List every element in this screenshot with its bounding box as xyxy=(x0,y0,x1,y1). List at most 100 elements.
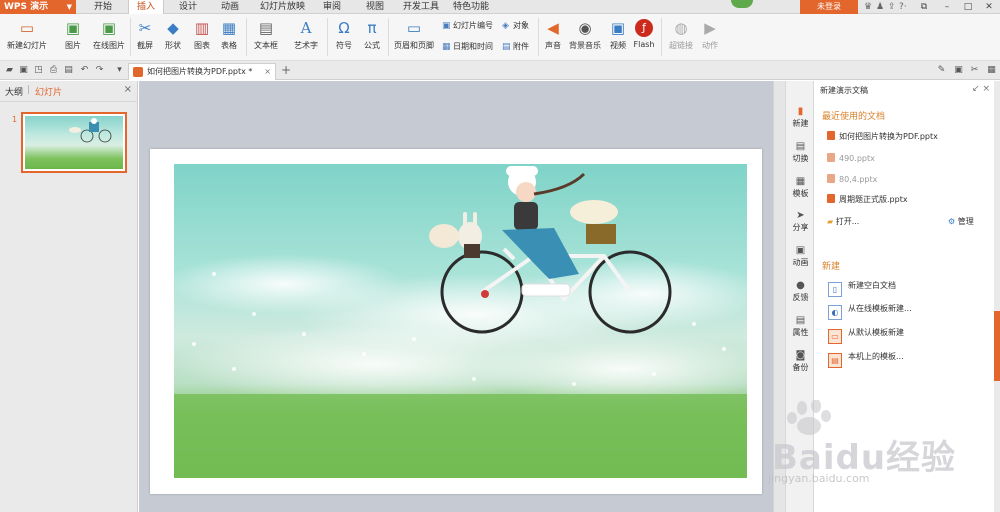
tab-animation[interactable]: 动画 xyxy=(213,0,247,14)
new-slide-button[interactable]: ▭ 新建幻灯片 xyxy=(4,14,50,51)
share-icon[interactable]: ⇪ xyxy=(888,0,896,14)
new-from-local-template[interactable]: ▤ 本机上的模板... xyxy=(828,351,904,368)
attachment-button[interactable]: ▤ 附件 xyxy=(502,41,529,52)
layout-icon[interactable]: ▣ xyxy=(953,64,964,76)
tab-home[interactable]: 开始 xyxy=(86,0,120,14)
login-button[interactable]: 未登录 xyxy=(800,0,858,14)
app-menu-button[interactable]: WPS 演示 ▼ xyxy=(0,0,76,14)
textbox-label: 文本框 xyxy=(254,41,278,50)
tab-special[interactable]: 特色功能 xyxy=(445,0,497,14)
date-time-button[interactable]: ▦ 日期和时间 xyxy=(442,41,493,52)
presentation-file-icon xyxy=(133,67,143,77)
tab-developer[interactable]: 开发工具 xyxy=(395,0,447,14)
pane-close-icon[interactable]: × xyxy=(982,84,990,94)
notification-badge[interactable] xyxy=(731,0,753,8)
symbol-label: 符号 xyxy=(336,41,352,50)
restore-icon[interactable]: ⧉ xyxy=(914,0,934,14)
preview-icon[interactable]: ▤ xyxy=(63,64,74,76)
shirt-icon[interactable]: ♟ xyxy=(876,0,884,14)
tab-view[interactable]: 视图 xyxy=(358,0,392,14)
shape-button[interactable]: ◆ 形状 xyxy=(160,14,186,51)
header-footer-button[interactable]: ▭ 页眉和页脚 xyxy=(391,14,437,51)
tab-insert[interactable]: 插入 xyxy=(128,0,165,14)
slide-illustration[interactable] xyxy=(174,164,747,478)
recent-file[interactable]: 490.pptx xyxy=(827,153,875,163)
textbox-button[interactable]: ▤ 文本框 xyxy=(248,14,284,51)
task-pane-scrollbar[interactable] xyxy=(994,81,1000,512)
video-label: 视频 xyxy=(610,41,626,50)
modified-mark: * xyxy=(248,67,253,76)
picture-button[interactable]: ▣ 图片 xyxy=(60,14,86,51)
save-icon[interactable]: ▣ xyxy=(18,64,29,76)
action-button[interactable]: ▶ 动作 xyxy=(698,14,722,51)
slide-thumbnail[interactable] xyxy=(21,112,127,173)
redo-icon[interactable]: ↷ xyxy=(94,64,105,76)
pane-controls: ↙ × xyxy=(972,84,990,94)
tab-outline[interactable]: 大纲 xyxy=(5,85,23,98)
tab-design[interactable]: 设计 xyxy=(171,0,205,14)
grid-icon[interactable]: ▦ xyxy=(986,64,997,76)
tab-slides[interactable]: 幻灯片 xyxy=(35,85,62,98)
recent-file[interactable]: 80,4.pptx xyxy=(827,174,877,184)
symbol-button[interactable]: Ω 符号 xyxy=(330,14,358,51)
pane-collapse-strip[interactable] xyxy=(773,81,785,512)
sidebar-properties[interactable]: ▤ 属性 xyxy=(786,315,815,338)
shape-label: 形状 xyxy=(165,41,181,50)
format-painter-icon[interactable]: ✎ xyxy=(936,64,947,76)
tab-review[interactable]: 审阅 xyxy=(315,0,349,14)
online-picture-button[interactable]: ▣ 在线图片 xyxy=(90,14,128,51)
video-button[interactable]: ▣ 视频 xyxy=(606,14,630,51)
sidebar-animation[interactable]: ▣ 动画 xyxy=(786,245,815,268)
close-panel-icon[interactable]: × xyxy=(124,84,132,95)
skin-icon[interactable]: ♛ xyxy=(864,0,872,14)
current-slide[interactable] xyxy=(150,149,762,494)
flash-button[interactable]: ƒ Flash xyxy=(630,14,658,49)
tools-icon[interactable]: ✂ xyxy=(969,64,980,76)
new-from-default-template[interactable]: ▭ 从默认模板新建 xyxy=(828,327,904,344)
new-document-icon: ▮ xyxy=(797,106,804,117)
object-button[interactable]: ◈ 对象 xyxy=(502,20,529,31)
online-template-icon: ◐ xyxy=(828,305,842,320)
new-item-label: 从默认模板新建 xyxy=(848,328,904,337)
manage-button[interactable]: ⚙ 管理 xyxy=(948,216,974,227)
table-button[interactable]: ▦ 表格 xyxy=(216,14,242,51)
new-from-online-template[interactable]: ◐ 从在线模板新建... xyxy=(828,303,912,320)
print-icon[interactable]: ⎙ xyxy=(48,64,59,76)
slide-number-button[interactable]: ▣ 幻灯片编号 xyxy=(442,20,493,31)
close-icon[interactable]: ✕ xyxy=(979,0,999,14)
minimize-icon[interactable]: – xyxy=(937,0,957,14)
sidebar-switch[interactable]: ▤ 切换 xyxy=(786,141,815,164)
open-file-button[interactable]: ▰ 打开... xyxy=(827,216,859,227)
blank-document-icon: ▯ xyxy=(828,282,842,297)
background-music-button[interactable]: ◉ 背景音乐 xyxy=(566,14,604,51)
help-icon[interactable]: ?· xyxy=(899,0,907,14)
maximize-icon[interactable]: □ xyxy=(958,0,978,14)
sidebar-feedback[interactable]: ● 反馈 xyxy=(786,280,815,303)
close-tab-icon[interactable]: × xyxy=(264,64,271,80)
export-pdf-icon[interactable]: ◳ xyxy=(33,64,44,76)
tab-slideshow[interactable]: 幻灯片放映 xyxy=(252,0,313,14)
slide-editing-canvas[interactable] xyxy=(139,81,773,512)
object-label: 对象 xyxy=(513,21,529,30)
open-folder-icon[interactable]: ▰ xyxy=(4,64,15,76)
local-template-icon: ▤ xyxy=(828,353,842,368)
screenshot-button[interactable]: ✂ 截屏 xyxy=(132,14,158,51)
sound-button[interactable]: ◀ 声音 xyxy=(540,14,566,51)
document-tab[interactable]: 如何把图片转换为PDF.pptx * × xyxy=(128,63,276,80)
wordart-button[interactable]: A 艺术字 xyxy=(288,14,324,51)
sidebar-share[interactable]: ➤ 分享 xyxy=(786,210,815,233)
new-blank-document[interactable]: ▯ 新建空白文档 xyxy=(828,280,896,297)
chart-button[interactable]: ▥ 图表 xyxy=(190,14,214,51)
scrollbar-thumb[interactable] xyxy=(994,311,1000,381)
recent-file[interactable]: 如何把图片转换为PDF.pptx xyxy=(827,131,938,142)
dock-icon[interactable]: ↙ xyxy=(972,84,980,94)
sidebar-new[interactable]: ▮ 新建 xyxy=(786,106,815,129)
undo-icon[interactable]: ↶ xyxy=(79,64,90,76)
new-tab-plus-icon[interactable]: + xyxy=(281,63,291,77)
customize-dropdown-icon[interactable]: ▾ xyxy=(114,64,125,76)
hyperlink-button[interactable]: ◍ 超链接 xyxy=(664,14,698,51)
sidebar-backup[interactable]: ◙ 备份 xyxy=(786,350,815,373)
formula-button[interactable]: π 公式 xyxy=(360,14,384,51)
recent-file[interactable]: 周期题正式版.pptx xyxy=(827,194,908,205)
sidebar-template[interactable]: ▦ 模板 xyxy=(786,176,815,199)
